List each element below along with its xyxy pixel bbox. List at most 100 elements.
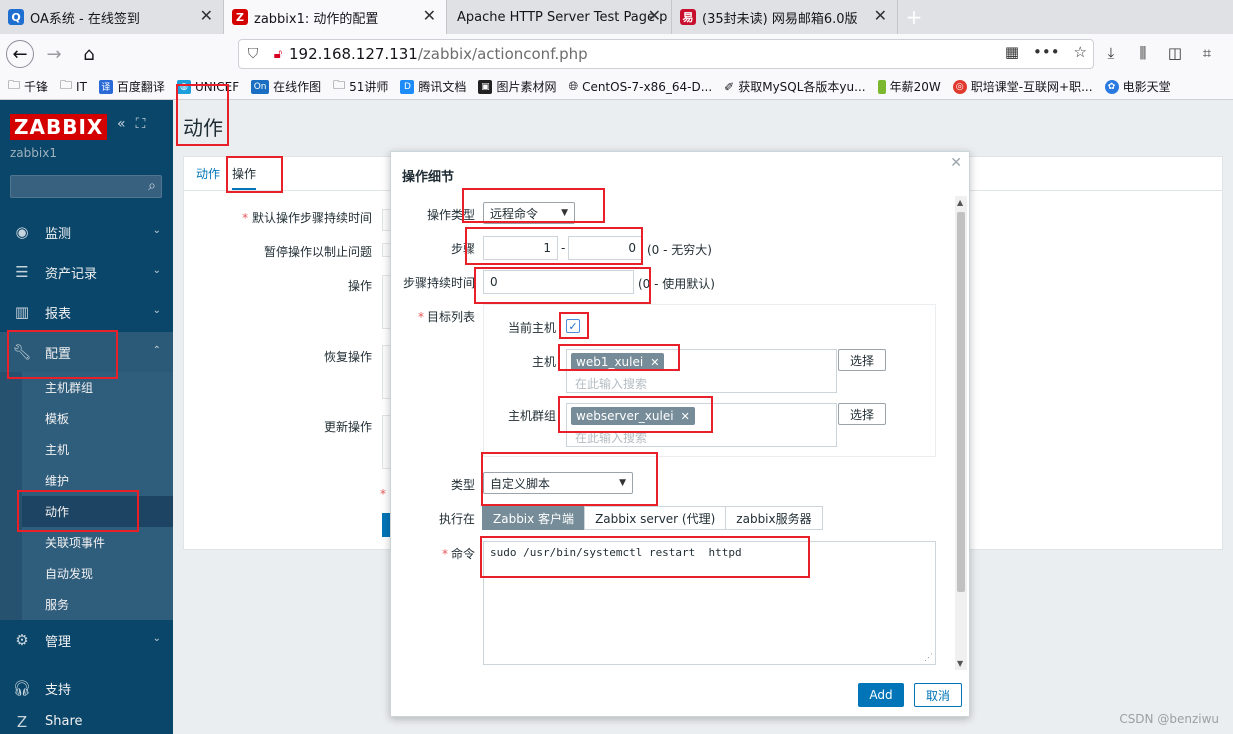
execute-on-toggle: Zabbix 客户端 Zabbix server (代理) zabbix服务器 xyxy=(482,506,823,530)
submenu-maintenance[interactable]: 维护 xyxy=(22,465,173,496)
bookmark-item[interactable]: ◎ 职培课堂-互联网+职... xyxy=(952,78,1093,95)
select-host-group-button[interactable]: 选择 xyxy=(838,403,886,425)
paw-icon: ✿ xyxy=(1104,79,1119,94)
tab-operations[interactable]: 操作 xyxy=(232,165,257,190)
execute-on-zabbix-server[interactable]: zabbix服务器 xyxy=(725,506,823,530)
add-button[interactable]: Add xyxy=(858,683,904,707)
bookmark-green-icon xyxy=(877,79,886,94)
qr-code-icon[interactable]: ▦ xyxy=(1005,43,1019,61)
bookmark-item[interactable]: 🗀︎ IT xyxy=(60,76,87,97)
submenu-actions[interactable]: 动作 xyxy=(22,496,173,527)
execute-on-server-proxy[interactable]: Zabbix server (代理) xyxy=(584,506,727,530)
headset-icon: 🎧︎ xyxy=(12,679,32,697)
submenu-event-correlation[interactable]: 关联项事件 xyxy=(22,527,173,558)
bookmark-item[interactable]: 🗀︎ 千锋 xyxy=(8,76,48,97)
command-textarea[interactable]: sudo /usr/bin/systemctl restart httpd ⋰ xyxy=(483,541,936,665)
bookmark-star-icon[interactable]: ☆ xyxy=(1074,43,1087,61)
bookmark-item[interactable]: 🗀︎ 51讲师 xyxy=(333,76,388,97)
menu-monitoring[interactable]: ◉ 监测 ⌄ xyxy=(0,212,173,252)
step-duration-label: 步骤持续时间 xyxy=(402,276,475,290)
submenu-host-groups[interactable]: 主机群组 xyxy=(22,372,173,403)
resize-grip-icon[interactable]: ⋰ xyxy=(924,653,933,663)
menu-support[interactable]: 🎧︎ 支持 xyxy=(0,668,173,708)
new-tab-plus-icon[interactable]: + xyxy=(898,0,930,34)
menu-inventory[interactable]: ☰ 资产记录 ⌄ xyxy=(0,252,173,292)
bookmark-item[interactable]: On 在线作图 xyxy=(251,78,321,95)
host-group-multiselect[interactable]: webserver_xulei ✕ 在此输入搜索 xyxy=(566,403,837,447)
execute-on-agent[interactable]: Zabbix 客户端 xyxy=(482,506,586,530)
type-select[interactable]: 自定义脚本 ▼ xyxy=(483,472,633,494)
collapse-sidebar-icon[interactable]: « xyxy=(117,116,126,132)
bookmark-item[interactable]: ✐ 获取MySQL各版本yu... xyxy=(724,78,865,95)
step-duration-input[interactable]: 0 xyxy=(483,270,634,294)
browser-tab-mail[interactable]: 易 (35封未读) 网易邮箱6.0版 ✕ xyxy=(672,0,898,34)
bookmark-item[interactable]: 年薪20W xyxy=(877,78,941,95)
bookmark-item[interactable]: D 腾讯文档 xyxy=(400,78,466,95)
current-host-checkbox[interactable]: ✓ xyxy=(566,319,580,333)
url-bar[interactable]: ⛉ 🔓︎ 192.168.127.131/zabbix/actionconf.p… xyxy=(238,39,1094,69)
browser-tab-zabbix[interactable]: Z zabbix1: 动作的配置 ✕ xyxy=(224,0,447,34)
tab-action[interactable]: 动作 xyxy=(196,165,220,190)
close-tab-icon[interactable]: ✕ xyxy=(648,8,661,24)
bookmark-item[interactable]: ▣ 图片素材网 xyxy=(478,78,556,95)
dialog-scrollbar[interactable]: ▲ ▼ xyxy=(955,196,967,670)
page-title: 动作 xyxy=(183,116,223,140)
menu-configuration[interactable]: 🔧︎ 配置 ⌃ xyxy=(0,332,173,372)
more-dots-icon[interactable]: ••• xyxy=(1033,43,1060,61)
training-icon: ◎ xyxy=(952,79,967,94)
host-multiselect[interactable]: web1_xulei ✕ 在此输入搜索 xyxy=(566,349,837,393)
step-to-input[interactable]: 0 xyxy=(568,236,643,260)
kiosk-mode-icon[interactable]: ⛶ xyxy=(136,116,146,132)
close-icon[interactable]: ✕ xyxy=(950,155,962,171)
insecure-lock-icon[interactable]: 🔓︎ xyxy=(267,47,289,62)
menu-reports[interactable]: ▥ 报表 ⌄ xyxy=(0,292,173,332)
submenu-discovery[interactable]: 自动发现 xyxy=(22,558,173,589)
close-tab-icon[interactable]: ✕ xyxy=(874,8,887,24)
bookmark-item[interactable]: ✿ 电影天堂 xyxy=(1104,78,1171,95)
bookmark-item[interactable]: 🌐︎ CentOS-7-x86_64-D... xyxy=(568,79,712,94)
tencent-docs-icon: D xyxy=(400,79,415,94)
share-z-icon: Z xyxy=(16,713,28,731)
operation-type-select[interactable]: 远程命令 ▼ xyxy=(483,202,575,224)
zabbix-sidebar: ZABBIX « ⛶ zabbix1 ⌕ ◉ 监测 ⌄ ☰ 资产记录 ⌄ ▥ 报… xyxy=(0,100,173,734)
operation-type-label: 操作类型 xyxy=(426,208,475,222)
back-arrow-icon[interactable]: ← xyxy=(6,40,34,68)
shield-icon[interactable]: ⛉ xyxy=(239,46,267,62)
server-name: zabbix1 xyxy=(10,146,57,160)
bookmark-item[interactable]: ◍ UNICEF xyxy=(176,79,239,94)
dialog-body: 操作类型 远程命令 ▼ 步骤 1 - 0 (0 - 无穷大) 步骤持续时间 0 … xyxy=(391,196,957,670)
url-host: 192.168.127.131 xyxy=(289,45,418,63)
sidebar-toggle-icon[interactable]: ◫ xyxy=(1164,39,1186,67)
search-icon[interactable]: ⌕ xyxy=(148,178,156,194)
download-icon[interactable]: ⤓ xyxy=(1100,39,1122,67)
menu-share[interactable]: Z Share xyxy=(0,708,173,734)
scroll-up-icon[interactable]: ▲ xyxy=(957,198,963,207)
home-icon[interactable]: ⌂ xyxy=(74,39,104,69)
browser-tab-oa[interactable]: Q OA系统 - 在线签到 ✕ xyxy=(0,0,224,34)
submenu-services[interactable]: 服务 xyxy=(22,589,173,620)
close-tab-icon[interactable]: ✕ xyxy=(200,8,213,24)
scroll-down-icon[interactable]: ▼ xyxy=(957,659,963,668)
url-text[interactable]: 192.168.127.131/zabbix/actionconf.php xyxy=(289,45,588,63)
select-host-button[interactable]: 选择 xyxy=(838,349,886,371)
current-host-label: 当前主机 xyxy=(507,321,556,335)
browser-tab-apache[interactable]: Apache HTTP Server Test Page p ✕ xyxy=(447,0,672,34)
remove-chip-icon[interactable]: ✕ xyxy=(681,410,690,423)
submenu-templates[interactable]: 模板 xyxy=(22,403,173,434)
close-tab-icon[interactable]: ✕ xyxy=(423,8,436,24)
cancel-button[interactable]: 取消 xyxy=(914,683,962,707)
crop-screenshot-icon[interactable]: ⌗ xyxy=(1196,39,1218,67)
menu-administration[interactable]: ⚙ 管理 ⌄ xyxy=(0,620,173,660)
zabbix-logo[interactable]: ZABBIX xyxy=(10,114,108,140)
globe-icon: ◍ xyxy=(176,79,191,94)
submenu-hosts[interactable]: 主机 xyxy=(22,434,173,465)
step-from-input[interactable]: 1 xyxy=(483,236,558,260)
browser-tab-bar: Q OA系统 - 在线签到 ✕ Z zabbix1: 动作的配置 ✕ Apach… xyxy=(0,0,1233,34)
scrollbar-thumb[interactable] xyxy=(957,212,965,592)
sidebar-search-input[interactable]: ⌕ xyxy=(10,175,162,198)
bookmark-item[interactable]: 译百度翻译 xyxy=(98,78,165,95)
forward-arrow-icon[interactable]: → xyxy=(39,39,69,69)
library-icon[interactable]: ⫼ xyxy=(1132,39,1154,67)
dialog-title: 操作细节 xyxy=(402,170,455,185)
remove-chip-icon[interactable]: ✕ xyxy=(650,356,659,369)
